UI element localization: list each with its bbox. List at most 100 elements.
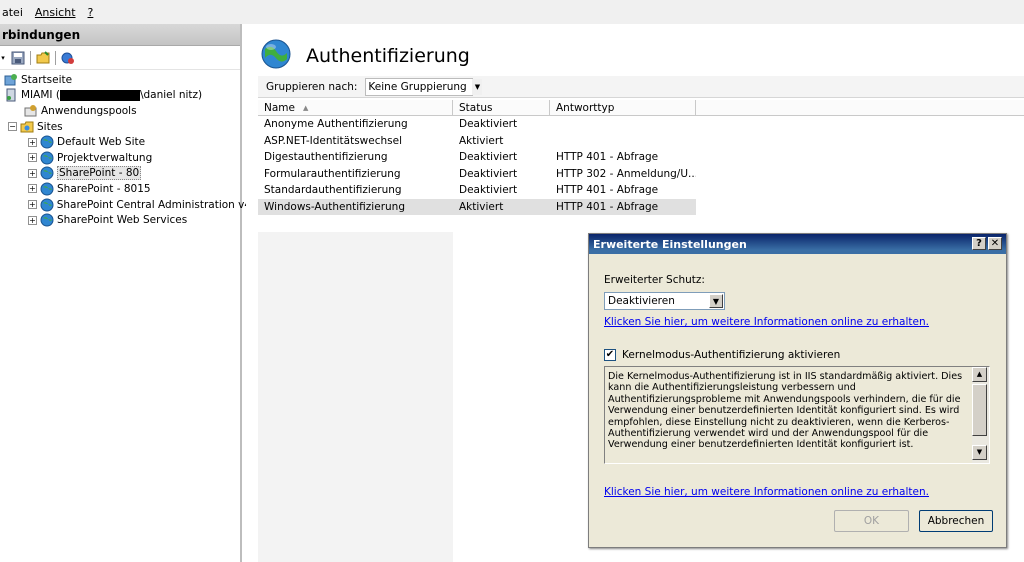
extended-protection-select[interactable]: Deaktivieren ▼ xyxy=(604,292,725,310)
scroll-thumb[interactable] xyxy=(972,384,987,436)
tree-node-app-pools[interactable]: Anwendungspools xyxy=(0,103,240,119)
globe-icon xyxy=(40,198,54,212)
table-row[interactable]: Formularauthentifizierung Deaktiviert HT… xyxy=(258,166,1024,183)
close-icon[interactable]: ✕ xyxy=(988,237,1002,250)
chevron-down-icon[interactable]: ▼ xyxy=(472,78,483,95)
scroll-down-icon[interactable]: ▼ xyxy=(972,445,987,460)
more-info-link-2[interactable]: Klicken Sie hier, um weitere Information… xyxy=(604,486,929,498)
cell-name: Windows-Authentifizierung xyxy=(264,200,405,213)
column-header-response[interactable]: Antworttyp xyxy=(550,100,696,115)
folder-icon xyxy=(20,120,34,134)
tree-node-sharepoint-8015[interactable]: + SharePoint - 8015 xyxy=(0,181,240,197)
dialog-title-buttons: ? ✕ xyxy=(972,237,1002,250)
dropdown-arrow-icon[interactable]: ▾ xyxy=(0,50,6,66)
cell-name: ASP.NET-Identitätswechsel xyxy=(264,134,402,147)
cancel-button[interactable]: Abbrechen xyxy=(919,510,993,532)
save-icon[interactable] xyxy=(10,50,26,66)
help-icon[interactable]: ? xyxy=(972,237,986,250)
column-header-label: Name xyxy=(264,101,295,114)
menu-datei[interactable]: atei xyxy=(0,6,29,19)
group-by-select[interactable]: Keine Gruppierung ▼ xyxy=(365,77,483,96)
more-info-link[interactable]: Klicken Sie hier, um weitere Information… xyxy=(604,316,994,328)
cell-response xyxy=(550,116,696,133)
description-text: Die Kernelmodus-Authentifizierung ist in… xyxy=(608,371,963,451)
expand-icon[interactable]: + xyxy=(28,200,37,210)
tree-node-startseite[interactable]: Startseite xyxy=(0,72,240,88)
cell-response: HTTP 401 - Abfrage xyxy=(556,151,659,164)
tree-node-sites[interactable]: − Sites xyxy=(0,119,240,135)
dialog-body: Erweiterter Schutz: Deaktivieren ▼ Klick… xyxy=(604,274,994,361)
connections-header: rbindungen xyxy=(0,24,240,46)
tree-node-projektverwaltung[interactable]: + Projektverwaltung xyxy=(0,150,240,166)
dialog-title-bar[interactable]: Erweiterte Einstellungen ? ✕ xyxy=(589,234,1006,254)
table-row[interactable]: ASP.NET-Identitätswechsel Aktiviert xyxy=(258,133,1024,150)
cell-name: Standardauthentifizierung xyxy=(264,184,402,197)
connections-tree: Startseite MIAMI ( \daniel nitz) Anwendun… xyxy=(0,70,251,228)
extended-protection-value: Deaktivieren xyxy=(608,295,675,307)
server-name-prefix: MIAMI ( xyxy=(21,89,60,102)
sort-asc-icon: ▲ xyxy=(302,103,309,112)
connections-toolbar: ▾ xyxy=(0,46,240,70)
table-row-selected[interactable]: Windows-Authentifizierung Aktiviert HTTP… xyxy=(258,198,696,215)
description-scrollbar[interactable]: ▲ ▼ xyxy=(972,367,989,463)
ok-button[interactable]: OK xyxy=(834,510,909,532)
cell-status: Aktiviert xyxy=(459,134,504,147)
tree-label: MIAMI ( \daniel nitz) xyxy=(21,89,202,101)
cell-response: HTTP 302 - Anmeldung/U... xyxy=(556,167,696,180)
dialog-title: Erweiterte Einstellungen xyxy=(593,237,747,251)
menu-ansicht[interactable]: Ansicht xyxy=(29,6,82,19)
column-header-filler xyxy=(696,100,1024,115)
table-row[interactable]: Anonyme Authentifizierung Deaktiviert xyxy=(258,116,1024,133)
feature-header: Authentifizierung xyxy=(260,38,470,73)
tree-label: SharePoint - 8015 xyxy=(57,182,151,195)
kernel-mode-description: Die Kernelmodus-Authentifizierung ist in… xyxy=(604,366,990,464)
redacted-block xyxy=(59,89,140,101)
expand-icon[interactable]: + xyxy=(28,153,37,163)
cell-status: Deaktiviert xyxy=(459,184,518,197)
kernel-mode-checkbox[interactable]: ✔ xyxy=(604,349,616,361)
toolbar-separator xyxy=(55,50,56,65)
cell-response xyxy=(550,133,696,150)
menu-help[interactable]: ? xyxy=(82,6,100,19)
expand-icon[interactable]: + xyxy=(28,184,37,194)
globe-icon xyxy=(40,135,54,149)
column-header-status[interactable]: Status xyxy=(453,100,550,115)
cell-status: Aktiviert xyxy=(459,200,504,213)
connections-pane: rbindungen ▾ Startseite MIAMI ( \daniel n… xyxy=(0,24,251,562)
tree-node-server[interactable]: MIAMI ( \daniel nitz) xyxy=(0,88,240,104)
tree-node-sharepoint-central-admin[interactable]: + SharePoint Central Administration v4 xyxy=(0,197,251,213)
tree-node-sharepoint-web-services[interactable]: + SharePoint Web Services xyxy=(0,212,240,228)
tree-node-default-web-site[interactable]: + Default Web Site xyxy=(0,134,240,150)
table-row[interactable]: Standardauthentifizierung Deaktiviert HT… xyxy=(258,182,1024,199)
expand-icon[interactable]: + xyxy=(28,168,37,178)
tree-label: SharePoint Central Administration v4 xyxy=(56,198,252,211)
expand-icon[interactable]: + xyxy=(28,215,37,225)
page-title: Authentifizierung xyxy=(306,44,470,67)
collapse-icon[interactable]: − xyxy=(8,122,17,132)
kernel-mode-label[interactable]: Kernelmodus-Authentifizierung aktivieren xyxy=(622,349,840,361)
globe-icon xyxy=(40,151,54,165)
group-by-value: Keine Gruppierung xyxy=(368,80,467,93)
new-folder-icon[interactable] xyxy=(35,50,51,66)
app-pools-icon xyxy=(24,104,38,118)
tree-label: SharePoint - 80 xyxy=(57,166,142,181)
grid-header: Name ▲ Status Antworttyp xyxy=(258,100,1024,116)
expand-icon[interactable]: + xyxy=(28,137,37,147)
globe-icon xyxy=(40,182,54,196)
cell-response: HTTP 401 - Abfrage xyxy=(556,184,659,197)
table-row[interactable]: Digestauthentifizierung Deaktiviert HTTP… xyxy=(258,149,1024,166)
tree-label: Sites xyxy=(37,120,63,133)
server-name-suffix: \daniel nitz) xyxy=(139,89,203,102)
cell-status: Deaktiviert xyxy=(459,118,518,131)
menu-ansicht-label: Ansicht xyxy=(34,5,76,19)
group-by-label: Gruppieren nach: xyxy=(266,80,358,93)
start-page-icon xyxy=(4,73,18,87)
column-header-name[interactable]: Name ▲ xyxy=(258,100,453,115)
toolbar-separator xyxy=(30,50,31,65)
tree-node-sharepoint-80[interactable]: + SharePoint - 80 xyxy=(0,166,240,182)
menu-bar: atei Ansicht ? xyxy=(0,0,1024,24)
chevron-down-icon[interactable]: ▼ xyxy=(709,294,723,308)
connect-icon[interactable] xyxy=(60,50,76,66)
group-by-bar: Gruppieren nach: Keine Gruppierung ▼ xyxy=(258,76,1024,98)
scroll-up-icon[interactable]: ▲ xyxy=(972,367,987,382)
